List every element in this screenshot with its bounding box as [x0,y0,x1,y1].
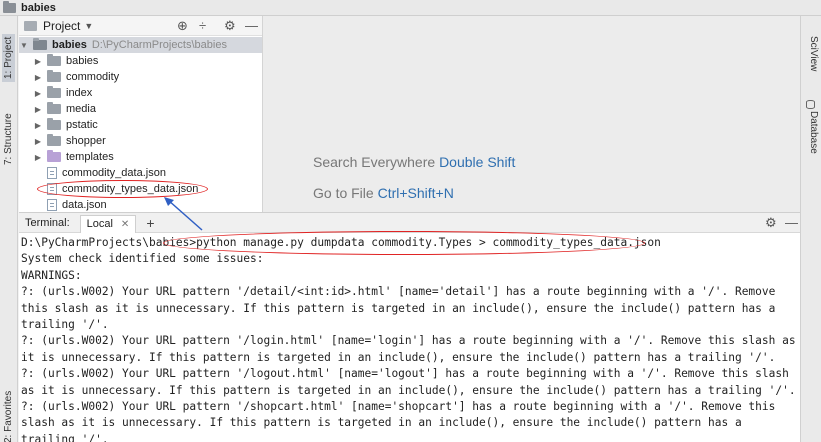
left-tool-strip: 1: Project 7: Structure 2: Favorites [0,16,18,442]
chevron-down-icon[interactable]: ▼ [84,21,93,31]
folder-icon [47,134,61,146]
window-title: babies [21,1,56,14]
chevron-right-icon[interactable]: ▶ [33,105,43,114]
terminal-line: D:\PyCharmProjects\babies>python manage.… [21,236,661,249]
terminal-line: ?: (urls.W002) Your URL pattern '/detail… [21,285,783,332]
tree-item-media[interactable]: ▶ media [19,101,262,117]
tree-item-label: index [66,87,93,99]
close-icon[interactable]: ✕ [121,219,129,230]
folder-icon [47,70,61,82]
chevron-right-icon[interactable]: ▶ [33,153,43,162]
tree-item-index[interactable]: ▶ index [19,85,262,101]
hint-shortcut: Ctrl+Shift+N [377,185,454,201]
terminal-tab-local[interactable]: Local ✕ [79,214,137,233]
folder-icon [47,54,61,66]
search-everywhere-hint: Search Everywhere Double Shift [313,154,515,170]
database-tool-tab[interactable]: Database [808,111,819,154]
json-file-icon [47,199,57,211]
right-tool-strip: SciView Database [800,16,821,442]
crosshair-icon[interactable]: ⊕ [177,18,188,34]
project-folder-icon [24,20,37,31]
annotation-arrow [164,197,203,231]
favorites-tool-tab[interactable]: 2: Favorites [2,388,15,442]
tree-item-label: babies [66,55,99,67]
chevron-right-icon[interactable]: ▶ [33,89,43,98]
chevron-right-icon[interactable]: ▶ [33,121,43,130]
tree-item-pstatic[interactable]: ▶ pstatic [19,117,262,133]
tree-item-shopper[interactable]: ▶ shopper [19,133,262,149]
hint-shortcut: Double Shift [439,154,516,170]
tree-item-label: templates [66,151,114,163]
tree-item-label: media [66,103,96,115]
minimize-icon[interactable]: — [785,215,798,230]
tree-item-label: commodity [66,71,120,83]
root-name: babies [52,39,87,51]
terminal-tab-label: Local [86,218,113,230]
gear-icon[interactable]: ⚙ [224,18,236,34]
tree-item-label: commodity_data.json [62,167,166,179]
tree-item-templates[interactable]: ▶ templates [19,149,262,165]
tree-item-data-json[interactable]: data.json [19,197,262,213]
project-panel-header: Project ▼ ⊕ ÷ ⚙ — [19,16,262,36]
structure-tool-tab[interactable]: 7: Structure [2,110,15,168]
project-tree: ▼ babies D:\PyCharmProjects\babies ▶ bab… [19,37,262,213]
database-icon [806,100,815,109]
json-file-icon [47,167,57,179]
tree-root[interactable]: ▼ babies D:\PyCharmProjects\babies [19,37,262,53]
terminal-label: Terminal: [25,216,70,229]
new-terminal-button[interactable]: + [146,215,154,231]
tree-item-label: shopper [66,135,106,147]
terminal-toolbar: Terminal: Local ✕ + ⚙ — [19,212,800,233]
sciview-tool-tab[interactable]: SciView [808,36,819,71]
json-file-icon [47,183,57,195]
folder-icon [33,38,47,50]
folder-icon [47,118,61,130]
tree-item-label: pstatic [66,119,98,131]
chevron-right-icon[interactable]: ▶ [33,73,43,82]
project-panel: Project ▼ ⊕ ÷ ⚙ — ▼ babies D:\PyCharmPro… [19,16,263,212]
tree-item-label: commodity_types_data.json [62,183,199,195]
tree-item-babies[interactable]: ▶ babies [19,53,262,69]
hint-text: Search Everywhere [313,154,436,170]
tree-item-commodity-data-json[interactable]: commodity_data.json [19,165,262,181]
editor-empty-area: Search Everywhere Double Shift Go to Fil… [263,16,800,212]
root-path: D:\PyCharmProjects\babies [91,39,227,51]
project-tool-tab[interactable]: 1: Project [2,33,15,82]
chevron-right-icon[interactable]: ▶ [33,57,43,66]
gear-icon[interactable]: ⚙ [765,215,777,231]
terminal-output[interactable]: D:\PyCharmProjects\babies>python manage.… [19,233,800,442]
folder-icon [47,86,61,98]
templates-folder-icon [47,150,61,162]
terminal-line: System check identified some issues: [21,252,264,266]
terminal-line: WARNINGS: [21,268,82,282]
chevron-right-icon[interactable]: ▶ [33,137,43,146]
window-titlebar: babies [0,0,821,16]
tree-item-label: data.json [62,199,107,211]
terminal-line: ?: (urls.W002) Your URL pattern '/logout… [21,367,796,397]
folder-icon [47,102,61,114]
go-to-file-hint: Go to File Ctrl+Shift+N [313,185,454,201]
folder-icon [3,0,16,13]
collapse-all-icon[interactable]: ÷ [199,18,206,33]
tree-item-commodity[interactable]: ▶ commodity [19,69,262,85]
project-view-selector[interactable]: Project [43,19,80,33]
hint-text: Go to File [313,185,374,201]
terminal-line: ?: (urls.W002) Your URL pattern '/login.… [21,334,796,364]
terminal-line: ?: (urls.W002) Your URL pattern '/shopca… [21,400,783,442]
chevron-down-icon[interactable]: ▼ [19,41,29,50]
minimize-icon[interactable]: — [245,18,258,33]
tree-item-commodity-types-data-json[interactable]: commodity_types_data.json [19,181,262,197]
